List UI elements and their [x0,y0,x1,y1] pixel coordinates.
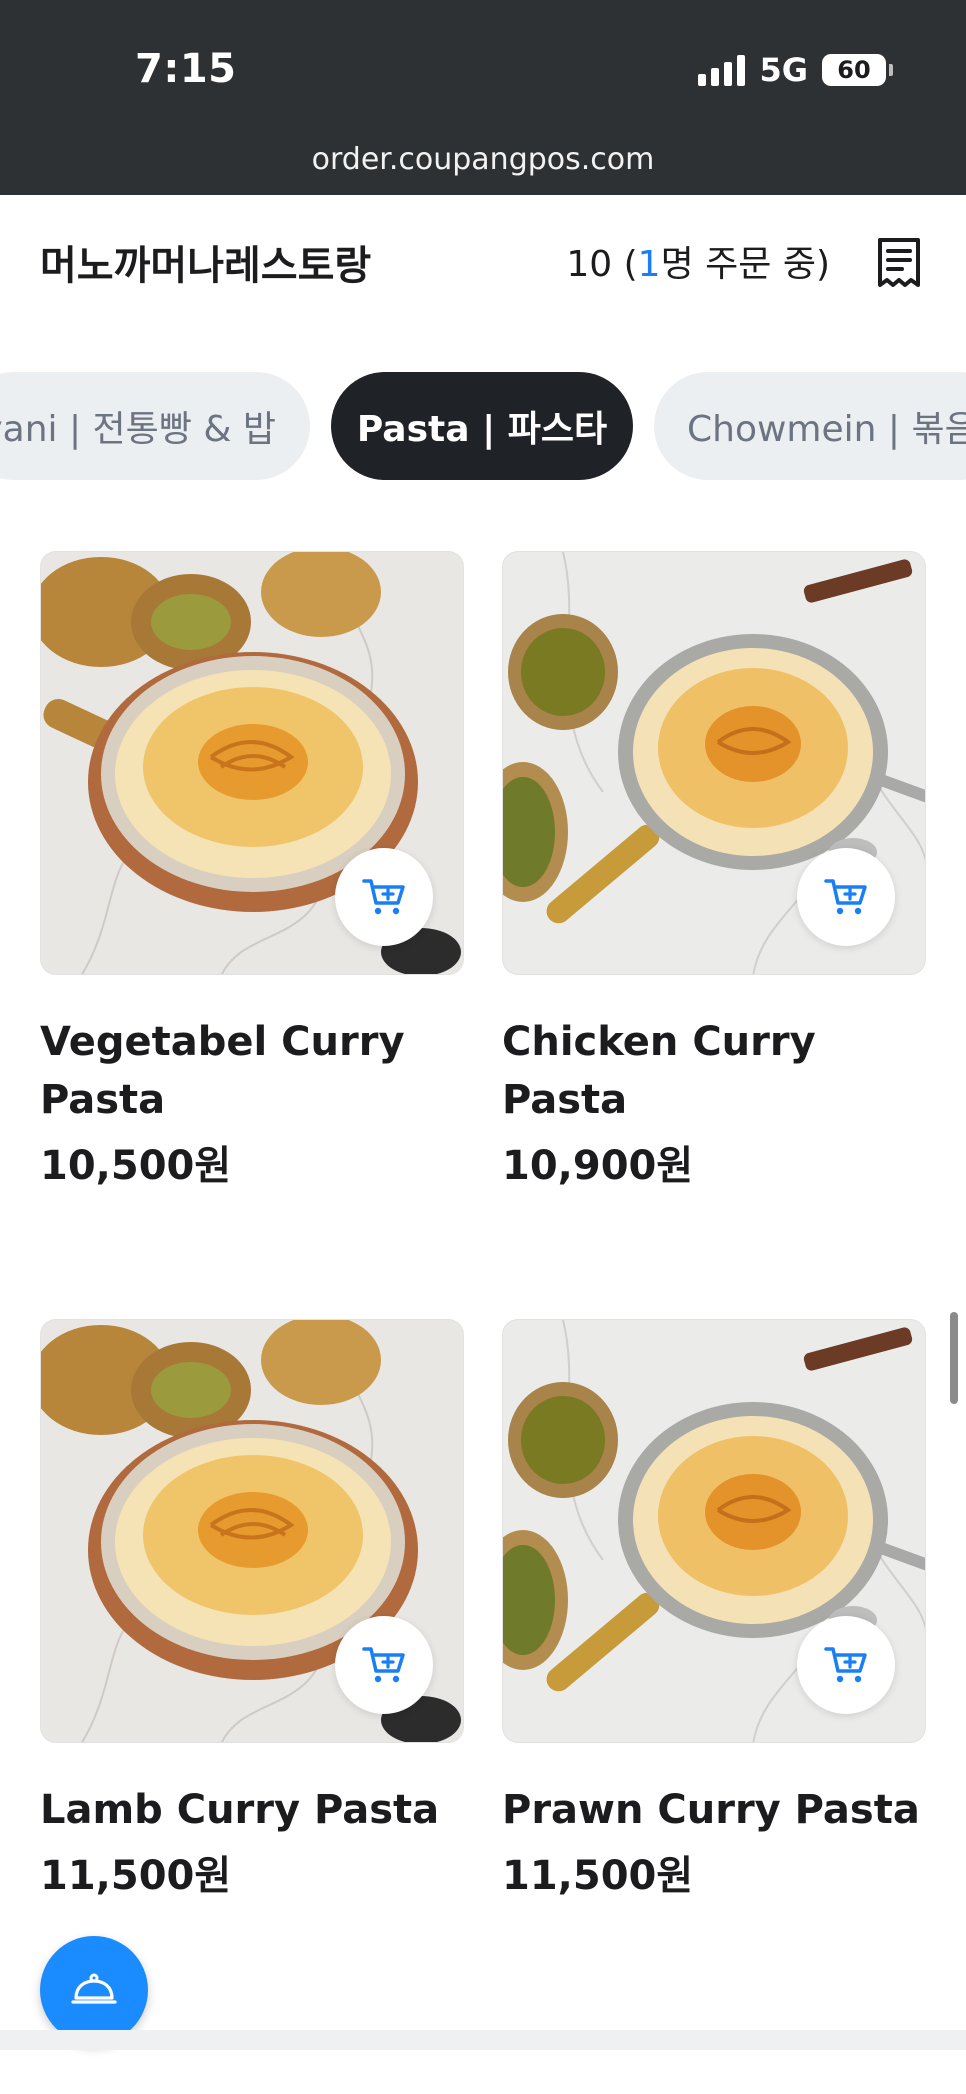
add-to-cart-button[interactable] [335,848,433,946]
add-to-cart-icon [362,1647,405,1683]
item-name[interactable]: Chicken Curry Pasta [502,1013,926,1129]
restaurant-name: 머노까머나레스토랑 [40,243,372,289]
item-price: 10,900원 [502,1143,694,1189]
page-header: 머노까머나레스토랑 10 (1명 주문 중) [0,195,966,325]
battery-icon: 60 [822,54,893,86]
signal-icon [698,54,746,86]
add-to-cart-icon [362,879,405,915]
tab-pasta[interactable]: Pasta | 파스타 [331,372,633,480]
dish-photo[interactable] [502,551,926,975]
item-price: 11,500원 [502,1853,694,1899]
add-to-cart-icon [824,879,867,915]
item-name[interactable]: Vegetabel Curry Pasta [40,1013,464,1129]
service-bell-icon [71,1973,117,2004]
tab-chowmein[interactable]: Chowmein | 볶음 [654,372,966,480]
tab-label: Chowmein | 볶음 [687,409,966,450]
tab-label: Pasta | 파스타 [356,409,608,450]
item-name[interactable]: Lamb Curry Pasta [40,1781,464,1839]
scrollbar-thumb[interactable] [950,1312,958,1404]
add-to-cart-button[interactable] [797,848,895,946]
item-price: 11,500원 [40,1853,232,1899]
category-tabs: yani | 전통빵 & 밥 Pasta | 파스타 Chowmein | 볶음 [0,372,966,482]
call-staff-button[interactable] [40,1936,148,2044]
add-to-cart-icon [824,1647,867,1683]
dish-photo[interactable] [40,1319,464,1743]
ordering-suffix: 명 주문 중) [660,244,830,285]
status-indicators: 5G 60 [698,50,893,90]
battery-level: 60 [837,56,871,84]
receipt-icon[interactable] [876,237,922,289]
dish-photo[interactable] [502,1319,926,1743]
table-number: 10 ( [566,244,638,285]
table-status: 10 (1명 주문 중) [566,235,830,287]
ordering-count: 1 [637,244,661,285]
bottom-divider [0,2030,966,2050]
status-bar: 7:15 5G 60 order.coupangpos.com [0,0,966,195]
clock: 7:15 [135,46,237,92]
add-to-cart-button[interactable] [797,1616,895,1714]
dish-photo[interactable] [40,551,464,975]
menu-item-card[interactable]: Lamb Curry Pasta 11,500원 [40,1319,464,1905]
menu-item-card[interactable]: Vegetabel Curry Pasta 10,500원 [40,551,464,1195]
address-bar[interactable]: order.coupangpos.com [0,142,966,177]
tab-traditional-bread-rice[interactable]: yani | 전통빵 & 밥 [0,372,310,480]
item-name[interactable]: Prawn Curry Pasta [502,1781,926,1839]
item-price: 10,500원 [40,1143,232,1189]
menu-item-card[interactable]: Chicken Curry Pasta 10,900원 [502,551,926,1195]
add-to-cart-button[interactable] [335,1616,433,1714]
menu-item-card[interactable]: Prawn Curry Pasta 11,500원 [502,1319,926,1905]
tab-label: yani | 전통빵 & 밥 [0,409,276,450]
network-type: 5G [759,51,808,89]
